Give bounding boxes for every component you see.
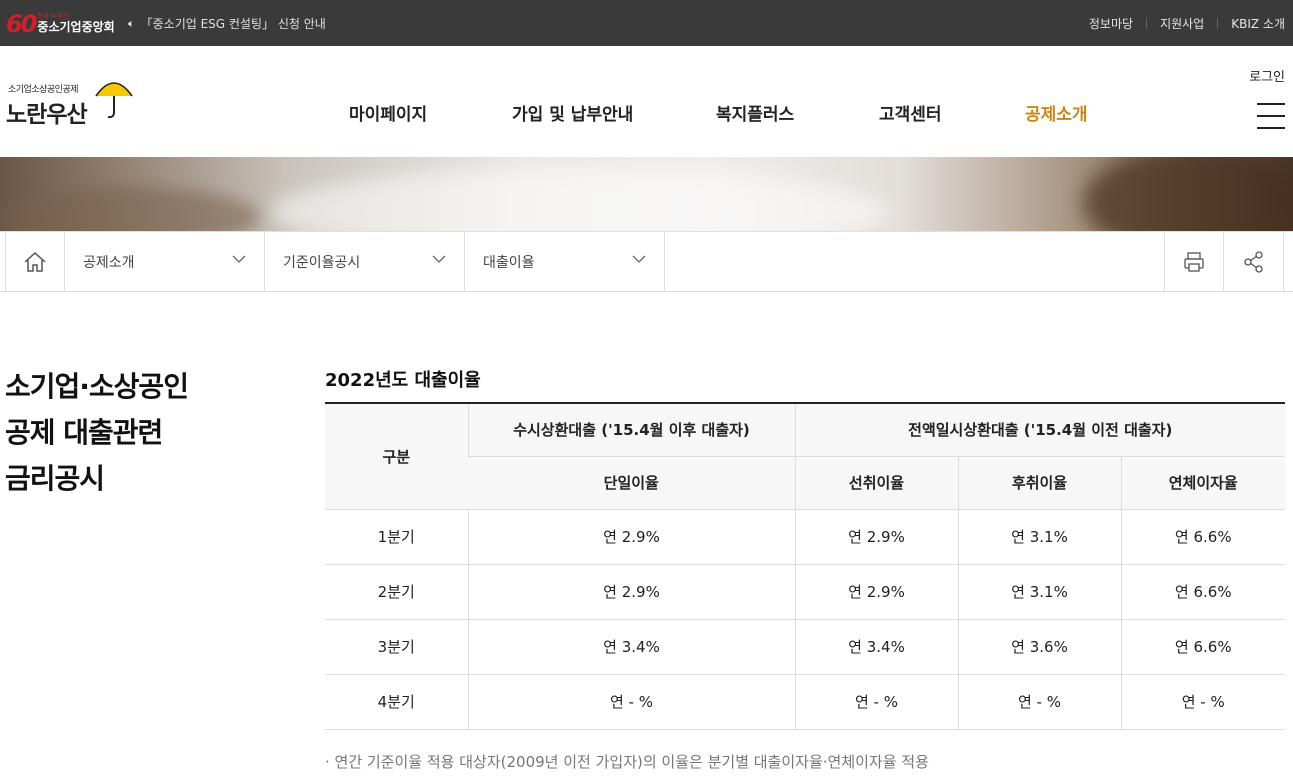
cell-postpaid-rate: 연 3.1% — [957, 509, 1121, 565]
page-title-line: 소기업·소상공인 — [5, 370, 189, 403]
table-row: 2분기 연 2.9% 연 2.9% 연 3.1% 연 6.6% — [325, 564, 1285, 620]
kbiz-logo-text: 함께 60주년 중소기업중앙회 — [37, 13, 115, 34]
header-postpaid-rate: 후취이율 — [957, 456, 1121, 510]
cell-quarter: 1분기 — [325, 509, 468, 565]
umbrella-icon — [95, 82, 133, 119]
util-link-info[interactable]: 정보마당 — [1076, 15, 1146, 32]
location-bar: 공제소개 기준이율공시 대출이율 — [0, 231, 1293, 292]
table-title: 2022년도 대출이율 — [325, 370, 481, 391]
breadcrumb-depth1-label: 공제소개 — [83, 254, 135, 271]
table-row: 1분기 연 2.9% 연 2.9% 연 3.1% 연 6.6% — [325, 509, 1285, 565]
chevron-down-icon — [632, 255, 646, 263]
kbiz-logo[interactable]: 60 함께 60주년 중소기업중앙회 — [6, 9, 115, 39]
chevron-down-icon — [232, 255, 246, 263]
cell-postpaid-rate: 연 3.1% — [957, 564, 1121, 620]
nav-item-mypage[interactable]: 마이페이지 — [349, 100, 427, 125]
breadcrumb-depth3-label: 대출이율 — [483, 254, 535, 271]
util-link-kbiz-about[interactable]: KBIZ 소개 — [1218, 15, 1285, 32]
print-button[interactable] — [1164, 232, 1224, 291]
cell-overdue-rate: 연 - % — [1120, 674, 1285, 730]
nav-item-welfare-plus[interactable]: 복지플러스 — [716, 100, 794, 125]
cell-overdue-rate: 연 6.6% — [1120, 564, 1285, 620]
print-icon — [1184, 251, 1204, 272]
cell-postpaid-rate: 연 - % — [957, 674, 1121, 730]
cell-prepaid-rate: 연 - % — [794, 674, 958, 730]
breadcrumb-depth3-select[interactable]: 대출이율 — [465, 232, 665, 291]
util-link-support[interactable]: 지원사업 — [1147, 15, 1217, 32]
kbiz-name: 중소기업중앙회 — [37, 19, 115, 34]
page-title-line: 금리공시 — [5, 462, 105, 495]
site-header: 소기업소상공인공제 노란우산 마이페이지 가입 및 납부안내 복지플러스 고객센… — [0, 46, 1293, 157]
header-prepaid-rate: 선취이율 — [794, 456, 958, 510]
cell-overdue-rate: 연 6.6% — [1120, 509, 1285, 565]
cell-single-rate: 연 2.9% — [467, 564, 795, 620]
kbiz-60-badge: 60 — [6, 10, 37, 38]
cell-prepaid-rate: 연 3.4% — [794, 619, 958, 675]
notice-text[interactable]: 「중소기업 ESG 컨설팅」 신청 안내 — [141, 15, 326, 32]
header-group-installment: 수시상환대출 ('15.4월 이후 대출자) — [467, 402, 795, 457]
header-single-rate: 단일이율 — [468, 456, 795, 510]
site-logo[interactable]: 소기업소상공인공제 노란우산 — [6, 76, 133, 128]
cell-quarter: 4분기 — [325, 674, 468, 730]
login-link[interactable]: 로그인 — [1249, 66, 1285, 85]
logo-subtitle: 소기업소상공인공제 — [8, 85, 79, 95]
page-title-line: 공제 대출관련 — [5, 416, 163, 449]
breadcrumb-depth2-label: 기준이율공시 — [283, 254, 361, 271]
breadcrumb-depth2-select[interactable]: 기준이율공시 — [265, 232, 465, 291]
cell-prepaid-rate: 연 2.9% — [794, 564, 958, 620]
sub-visual-banner — [0, 157, 1293, 231]
utility-links: 정보마당 지원사업 KBIZ 소개 — [1076, 15, 1285, 32]
nav-item-customer-center[interactable]: 고객센터 — [879, 100, 942, 125]
header-category: 구분 — [325, 402, 468, 510]
page-title: 소기업·소상공인 공제 대출관련 금리공시 — [5, 364, 189, 502]
header-group-lumpsum: 전액일시상환대출 ('15.4월 이전 대출자) — [794, 402, 1285, 457]
footnote: · 연간 기준이율 적용 대상자(2009년 이전 가입자)의 이율은 분기별 … — [325, 753, 929, 771]
cell-prepaid-rate: 연 2.9% — [794, 509, 958, 565]
cell-postpaid-rate: 연 3.6% — [957, 619, 1121, 675]
speaker-icon: 🔈︎ — [128, 16, 135, 30]
cell-single-rate: 연 - % — [467, 674, 795, 730]
share-button[interactable] — [1224, 232, 1284, 291]
cell-overdue-rate: 연 6.6% — [1120, 619, 1285, 675]
menu-hamburger-icon[interactable] — [1257, 103, 1285, 129]
notice-banner[interactable]: 🔈︎ 「중소기업 ESG 컨설팅」 신청 안내 — [128, 15, 326, 32]
breadcrumb-depth1-select[interactable]: 공제소개 — [65, 232, 265, 291]
logo-title: 노란우산 — [6, 102, 88, 128]
chevron-down-icon — [432, 255, 446, 263]
cell-single-rate: 연 3.4% — [467, 619, 795, 675]
cell-quarter: 2분기 — [325, 564, 468, 620]
top-utility-bar: 60 함께 60주년 중소기업중앙회 🔈︎ 「중소기업 ESG 컨설팅」 신청 … — [0, 0, 1293, 46]
cell-single-rate: 연 2.9% — [467, 509, 795, 565]
nav-item-join-payment[interactable]: 가입 및 납부안내 — [512, 100, 633, 125]
home-icon — [24, 251, 46, 272]
header-overdue-rate: 연체이자율 — [1120, 456, 1285, 510]
table-row: 4분기 연 - % 연 - % 연 - % 연 - % — [325, 674, 1285, 730]
cell-quarter: 3분기 — [325, 619, 468, 675]
nav-item-about[interactable]: 공제소개 — [1025, 100, 1088, 125]
home-button[interactable] — [5, 232, 65, 291]
table-row: 3분기 연 3.4% 연 3.4% 연 3.6% 연 6.6% — [325, 619, 1285, 675]
share-icon — [1243, 250, 1263, 273]
loan-rate-table: 구분 수시상환대출 ('15.4월 이후 대출자) 전액일시상환대출 ('15.… — [325, 402, 1285, 730]
